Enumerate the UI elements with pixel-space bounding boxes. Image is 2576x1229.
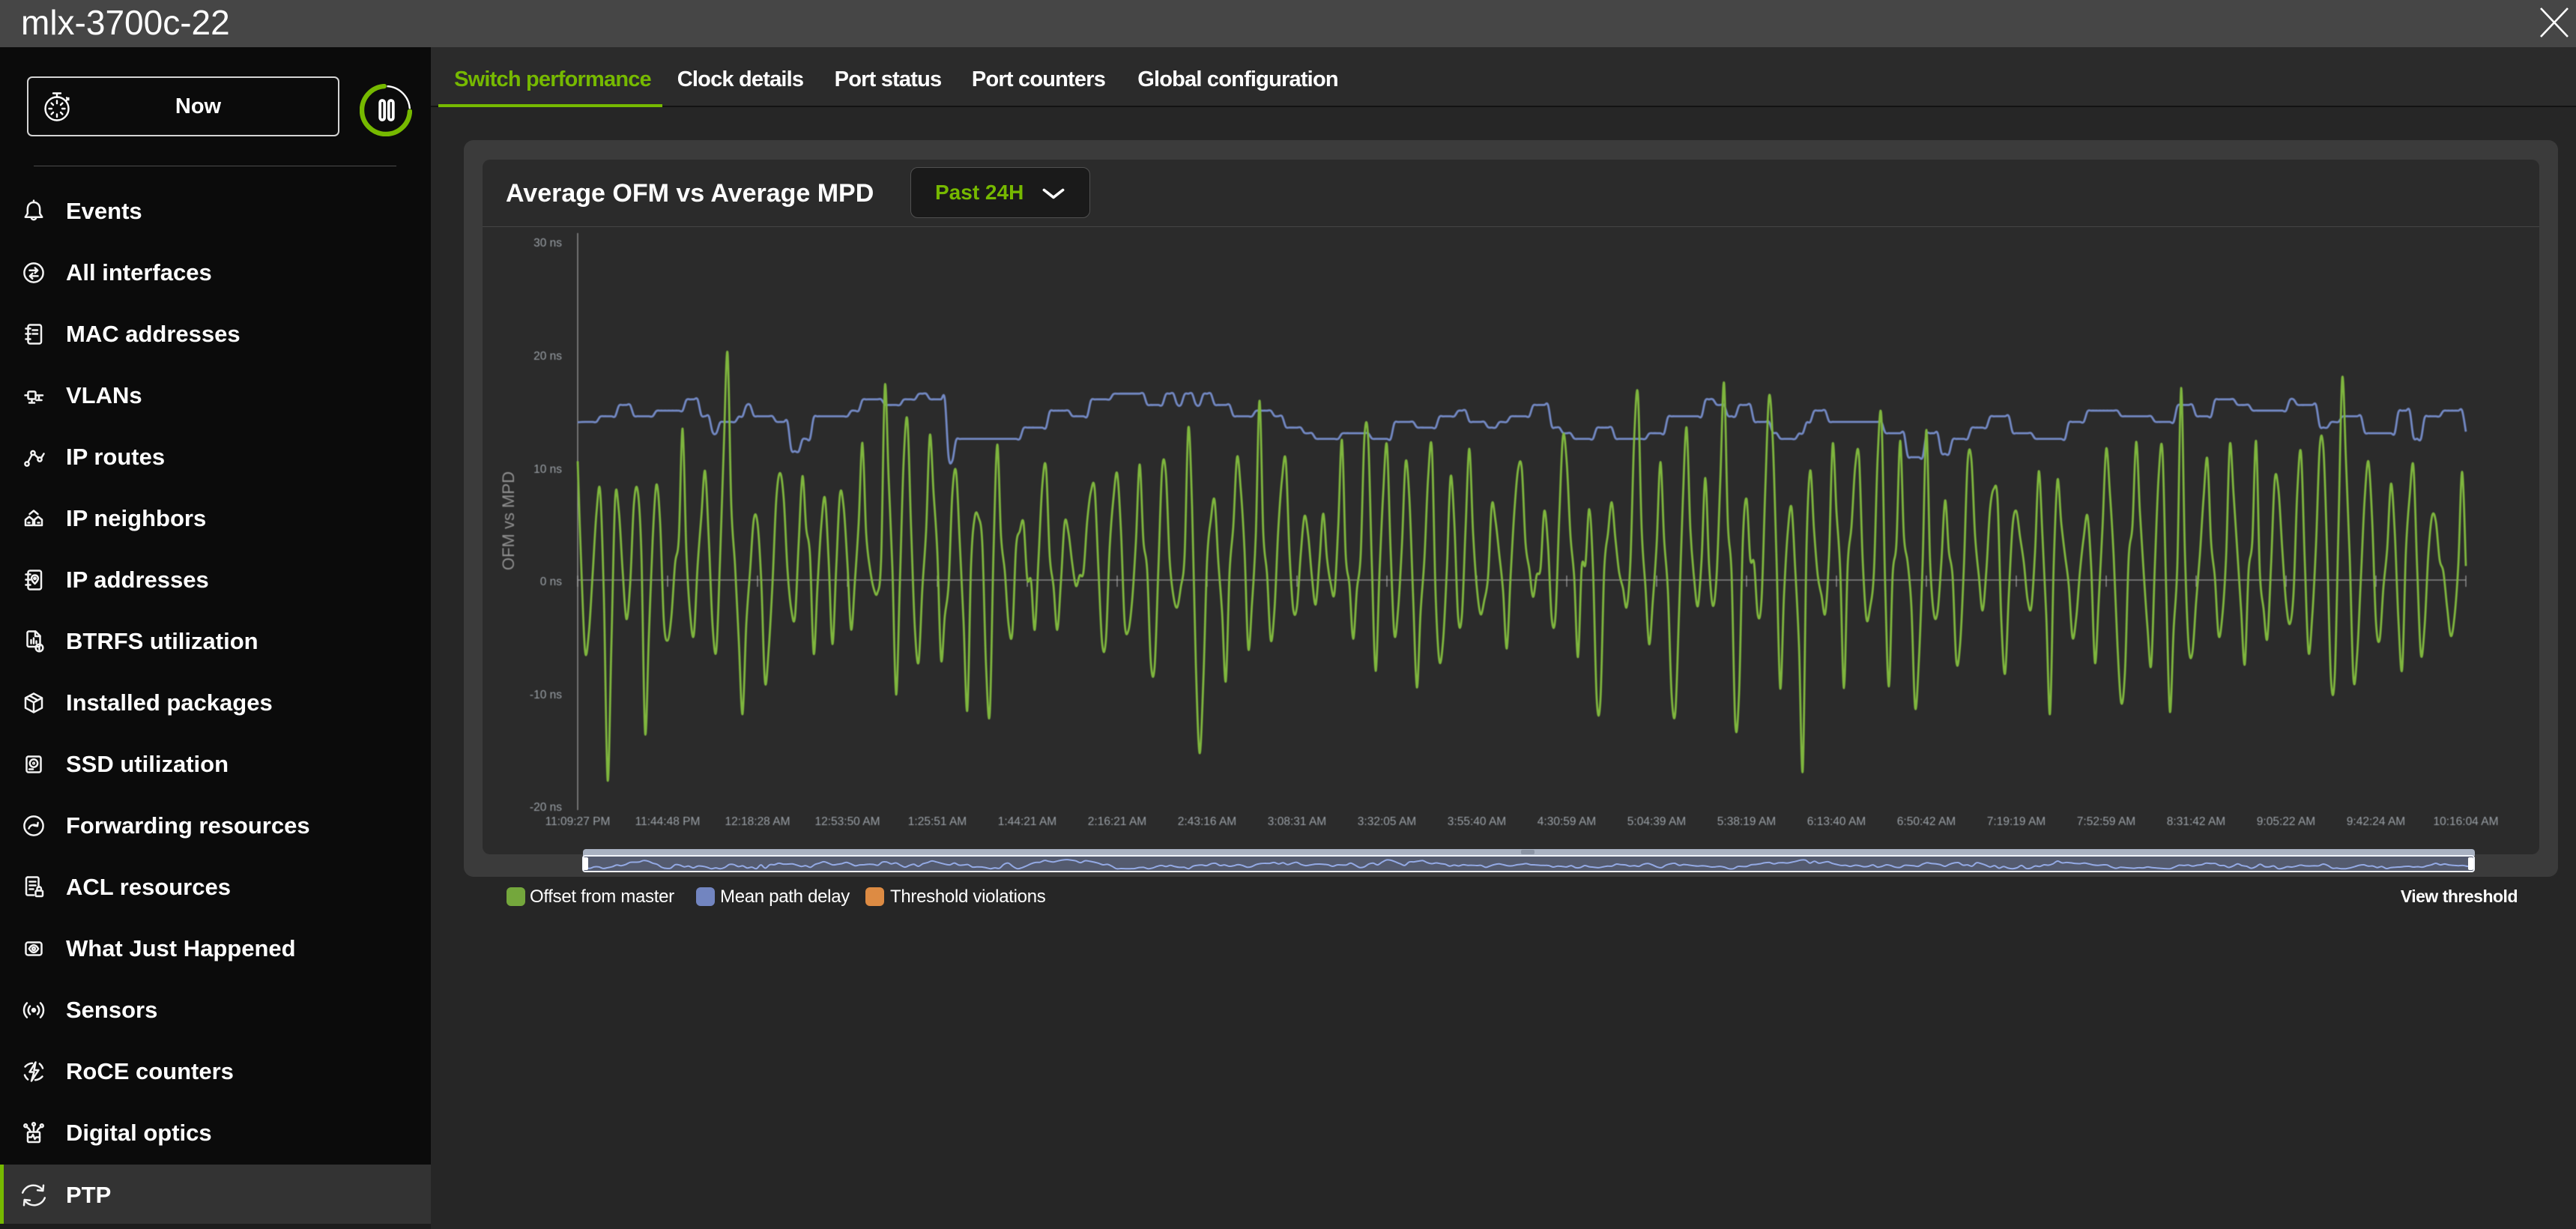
svg-text:4:30:59 AM: 4:30:59 AM [1538, 815, 1596, 828]
svg-text:0 ns: 0 ns [540, 576, 563, 588]
svg-text:-10 ns: -10 ns [530, 689, 562, 701]
svg-text:10 ns: 10 ns [533, 463, 562, 476]
svg-text:30 ns: 30 ns [533, 237, 562, 250]
svg-text:1:25:51 AM: 1:25:51 AM [908, 815, 967, 828]
svg-text:12:18:28 AM: 12:18:28 AM [725, 815, 790, 828]
svg-text:3:08:31 AM: 3:08:31 AM [1268, 815, 1326, 828]
svg-text:5:04:39 AM: 5:04:39 AM [1627, 815, 1686, 828]
svg-text:11:44:48 PM: 11:44:48 PM [635, 815, 701, 828]
svg-text:1:44:21 AM: 1:44:21 AM [998, 815, 1056, 828]
svg-text:7:19:19 AM: 7:19:19 AM [1987, 815, 2046, 828]
svg-text:5:38:19 AM: 5:38:19 AM [1717, 815, 1776, 828]
svg-text:2:16:21 AM: 2:16:21 AM [1088, 815, 1146, 828]
svg-text:8:31:42 AM: 8:31:42 AM [2167, 815, 2225, 828]
svg-text:3:55:40 AM: 3:55:40 AM [1448, 815, 1506, 828]
svg-text:6:50:42 AM: 6:50:42 AM [1897, 815, 1956, 828]
svg-text:6:13:40 AM: 6:13:40 AM [1807, 815, 1866, 828]
svg-text:20 ns: 20 ns [533, 350, 562, 363]
svg-text:9:05:22 AM: 9:05:22 AM [2257, 815, 2315, 828]
svg-text:9:42:24 AM: 9:42:24 AM [2347, 815, 2405, 828]
svg-text:12:53:50 AM: 12:53:50 AM [814, 815, 880, 828]
svg-text:11:09:27 PM: 11:09:27 PM [545, 815, 611, 828]
svg-text:-20 ns: -20 ns [530, 801, 562, 814]
svg-text:10:16:04 AM: 10:16:04 AM [2433, 815, 2498, 828]
svg-text:7:52:59 AM: 7:52:59 AM [2077, 815, 2135, 828]
svg-text:2:43:16 AM: 2:43:16 AM [1178, 815, 1236, 828]
svg-text:OFM vs MPD: OFM vs MPD [499, 471, 518, 570]
svg-text:3:32:05 AM: 3:32:05 AM [1358, 815, 1416, 828]
